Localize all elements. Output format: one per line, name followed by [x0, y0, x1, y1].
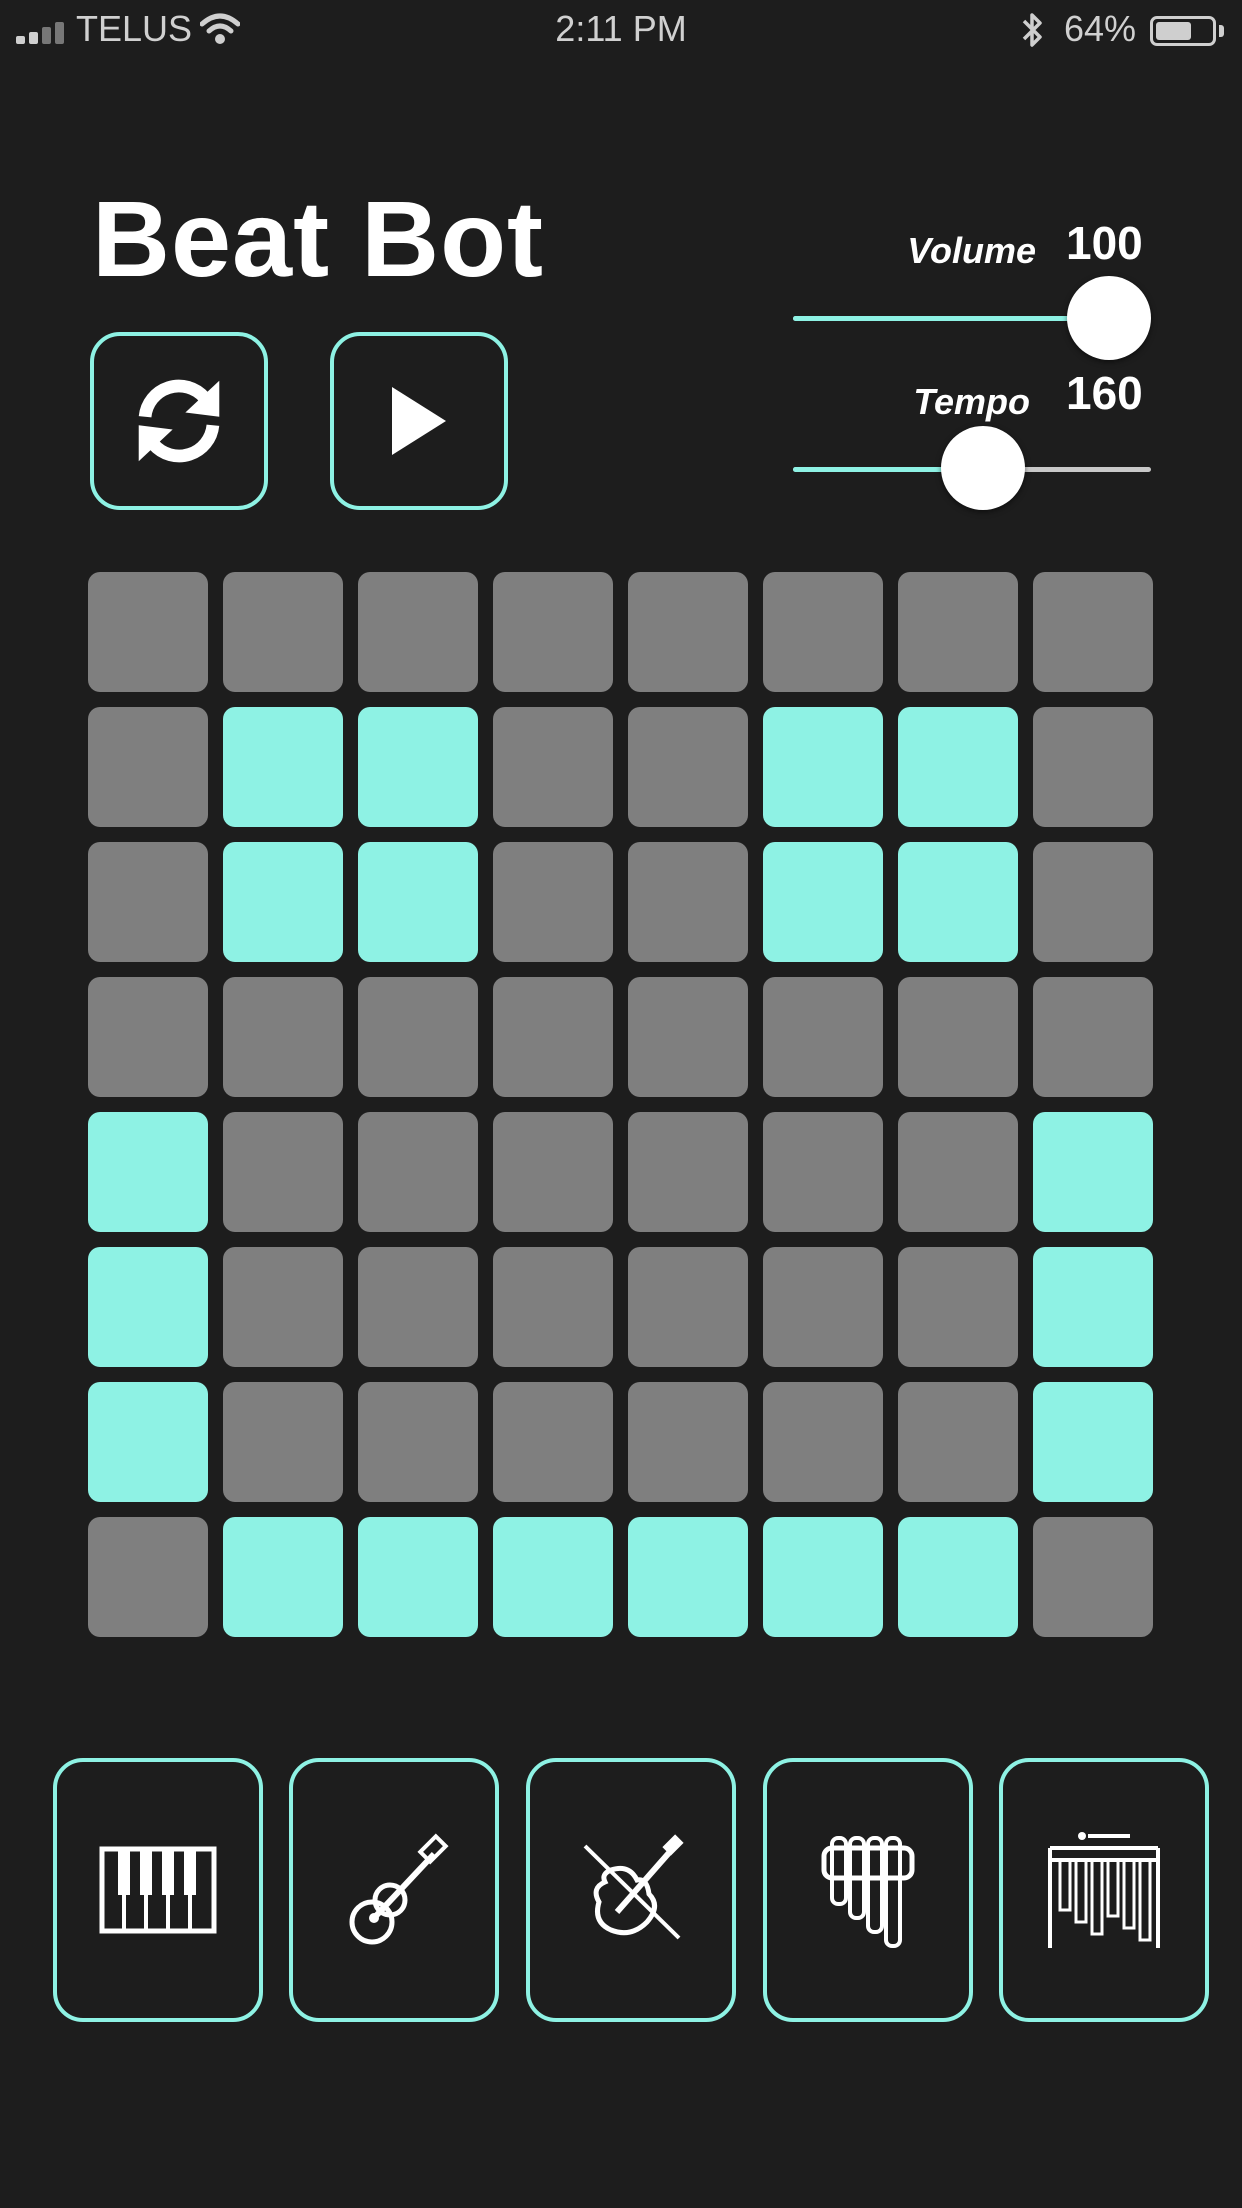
grid-cell-r6-c4[interactable] — [493, 1247, 613, 1367]
grid-cell-r7-c4[interactable] — [493, 1382, 613, 1502]
grid-cell-r6-c7[interactable] — [898, 1247, 1018, 1367]
grid-cell-r4-c3[interactable] — [358, 977, 478, 1097]
grid-cell-r3-c5[interactable] — [628, 842, 748, 962]
grid-cell-r3-c1[interactable] — [88, 842, 208, 962]
grid-cell-r6-c2[interactable] — [223, 1247, 343, 1367]
grid-cell-r3-c3[interactable] — [358, 842, 478, 962]
grid-cell-r7-c8[interactable] — [1033, 1382, 1153, 1502]
grid-cell-r1-c1[interactable] — [88, 572, 208, 692]
grid-cell-r8-c2[interactable] — [223, 1517, 343, 1637]
grid-cell-r2-c5[interactable] — [628, 707, 748, 827]
instrument-xylophone-button[interactable] — [999, 1758, 1209, 2022]
grid-cell-r3-c7[interactable] — [898, 842, 1018, 962]
battery-icon — [1150, 16, 1216, 46]
guitar-icon — [349, 1833, 449, 1945]
grid-cell-r4-c2[interactable] — [223, 977, 343, 1097]
grid-cell-r7-c1[interactable] — [88, 1382, 208, 1502]
play-button[interactable] — [330, 332, 508, 510]
grid-cell-r1-c2[interactable] — [223, 572, 343, 692]
tempo-label: Tempo — [913, 381, 1030, 422]
grid-cell-r5-c3[interactable] — [358, 1112, 478, 1232]
grid-cell-r1-c4[interactable] — [493, 572, 613, 692]
grid-cell-r5-c6[interactable] — [763, 1112, 883, 1232]
grid-cell-r2-c8[interactable] — [1033, 707, 1153, 827]
grid-cell-r8-c8[interactable] — [1033, 1517, 1153, 1637]
grid-cell-r4-c7[interactable] — [898, 977, 1018, 1097]
grid-cell-r5-c7[interactable] — [898, 1112, 1018, 1232]
grid-cell-r2-c6[interactable] — [763, 707, 883, 827]
refresh-icon — [138, 379, 220, 463]
grid-cell-r1-c5[interactable] — [628, 572, 748, 692]
grid-cell-r4-c1[interactable] — [88, 977, 208, 1097]
grid-cell-r4-c8[interactable] — [1033, 977, 1153, 1097]
grid-cell-r2-c2[interactable] — [223, 707, 343, 827]
grid-cell-r8-c1[interactable] — [88, 1517, 208, 1637]
grid-cell-r5-c5[interactable] — [628, 1112, 748, 1232]
grid-cell-r3-c8[interactable] — [1033, 842, 1153, 962]
grid-cell-r6-c3[interactable] — [358, 1247, 478, 1367]
grid-cell-r1-c3[interactable] — [358, 572, 478, 692]
piano-icon — [99, 1846, 217, 1934]
volume-label: Volume — [907, 230, 1036, 271]
grid-cell-r4-c4[interactable] — [493, 977, 613, 1097]
instrument-violin-button[interactable] — [526, 1758, 736, 2022]
grid-cell-r2-c4[interactable] — [493, 707, 613, 827]
grid-cell-r6-c8[interactable] — [1033, 1247, 1153, 1367]
grid-cell-r7-c2[interactable] — [223, 1382, 343, 1502]
grid-cell-r5-c8[interactable] — [1033, 1112, 1153, 1232]
volume-slider-thumb[interactable] — [1067, 276, 1151, 360]
bluetooth-icon — [1022, 13, 1042, 47]
grid-cell-r8-c7[interactable] — [898, 1517, 1018, 1637]
beat-grid — [88, 572, 1153, 1637]
grid-cell-r8-c5[interactable] — [628, 1517, 748, 1637]
grid-cell-r5-c2[interactable] — [223, 1112, 343, 1232]
grid-cell-r8-c3[interactable] — [358, 1517, 478, 1637]
grid-cell-r4-c5[interactable] — [628, 977, 748, 1097]
grid-cell-r3-c6[interactable] — [763, 842, 883, 962]
grid-cell-r7-c5[interactable] — [628, 1382, 748, 1502]
grid-cell-r2-c3[interactable] — [358, 707, 478, 827]
grid-cell-r1-c6[interactable] — [763, 572, 883, 692]
grid-cell-r4-c6[interactable] — [763, 977, 883, 1097]
grid-cell-r1-c7[interactable] — [898, 572, 1018, 692]
battery-percent: 64% — [1063, 8, 1136, 49]
xylophone-icon — [1048, 1832, 1160, 1948]
grid-cell-r6-c5[interactable] — [628, 1247, 748, 1367]
grid-cell-r7-c6[interactable] — [763, 1382, 883, 1502]
clock: 2:11 PM — [555, 8, 687, 49]
grid-cell-r2-c7[interactable] — [898, 707, 1018, 827]
pan-flute-icon — [821, 1836, 915, 1948]
volume-slider-fill — [793, 316, 1109, 321]
grid-cell-r8-c4[interactable] — [493, 1517, 613, 1637]
grid-cell-r6-c1[interactable] — [88, 1247, 208, 1367]
refresh-button[interactable] — [90, 332, 268, 510]
grid-cell-r7-c7[interactable] — [898, 1382, 1018, 1502]
grid-cell-r1-c8[interactable] — [1033, 572, 1153, 692]
grid-cell-r3-c4[interactable] — [493, 842, 613, 962]
instrument-pan-flute-button[interactable] — [763, 1758, 973, 2022]
tempo-value: 160 — [1066, 367, 1143, 419]
volume-value: 100 — [1066, 217, 1143, 269]
instrument-piano-button[interactable] — [53, 1758, 263, 2022]
grid-cell-r7-c3[interactable] — [358, 1382, 478, 1502]
play-icon — [392, 387, 446, 455]
grid-cell-r2-c1[interactable] — [88, 707, 208, 827]
instrument-guitar-button[interactable] — [289, 1758, 499, 2022]
grid-cell-r5-c1[interactable] — [88, 1112, 208, 1232]
grid-cell-r3-c2[interactable] — [223, 842, 343, 962]
grid-cell-r5-c4[interactable] — [493, 1112, 613, 1232]
tempo-slider-thumb[interactable] — [940, 426, 1025, 510]
app-title: Beat Bot — [92, 178, 545, 299]
grid-cell-r6-c6[interactable] — [763, 1247, 883, 1367]
status-bar: TELUS 2:11 PM 64% — [0, 0, 1242, 62]
battery-tip — [1219, 25, 1224, 37]
grid-cell-r8-c6[interactable] — [763, 1517, 883, 1637]
violin-icon — [583, 1834, 684, 1940]
